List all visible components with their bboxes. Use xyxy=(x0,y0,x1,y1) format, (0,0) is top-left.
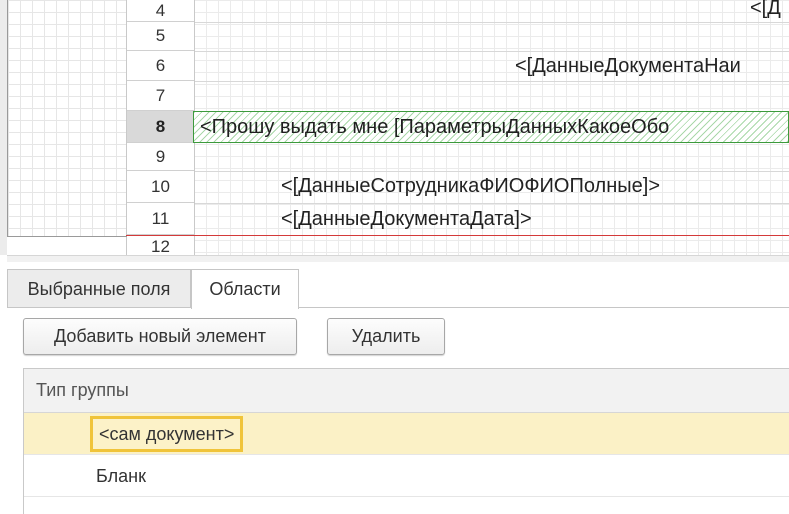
row-header-5[interactable]: 5 xyxy=(127,22,194,51)
table-row[interactable]: <сам документ> xyxy=(24,413,789,455)
row-separator xyxy=(194,81,789,82)
column-header-group-type[interactable]: Тип группы xyxy=(24,369,789,413)
cell-row8[interactable]: <Прошу выдать мне [ПараметрыДанныхКакоеО… xyxy=(200,112,669,142)
row-separator xyxy=(194,22,789,23)
add-new-element-button[interactable]: Добавить новый элемент xyxy=(23,318,297,355)
empty-column-area[interactable] xyxy=(8,0,126,237)
page-boundary-line xyxy=(126,235,789,236)
row-header-8[interactable]: 8 xyxy=(127,111,194,143)
cell-row6[interactable]: <[ДанныеДокументаНаи xyxy=(515,51,741,81)
sheet-bottom-border xyxy=(7,236,127,237)
table-row[interactable]: Бланк xyxy=(24,455,789,497)
row-header-6[interactable]: 6 xyxy=(127,51,194,81)
row-header-10[interactable]: 10 xyxy=(127,171,194,203)
row-header-column: 4 5 6 7 8 9 10 11 12 xyxy=(126,0,195,256)
spreadsheet-panel[interactable]: 4 5 6 7 8 9 10 11 12 <[Д <[ДанныеДокумен… xyxy=(0,0,789,256)
table-cell[interactable]: Бланк xyxy=(96,455,146,497)
horizontal-scrollbar[interactable] xyxy=(7,255,789,262)
table-cell-selected[interactable]: <сам документ> xyxy=(90,416,244,452)
tab-areas[interactable]: Области xyxy=(191,269,299,309)
areas-table: Тип группы <сам документ> Бланк xyxy=(23,368,789,514)
row-header-9[interactable]: 9 xyxy=(127,143,194,171)
app-window: 4 5 6 7 8 9 10 11 12 <[Д <[ДанныеДокумен… xyxy=(0,0,789,514)
cell-row4[interactable]: <[Д xyxy=(750,0,781,23)
row-header-11[interactable]: 11 xyxy=(127,203,194,235)
cell-row10[interactable]: <[ДанныеСотрудникаФИОФИОПолные]> xyxy=(281,171,660,201)
left-bar xyxy=(0,0,7,255)
tabs-baseline xyxy=(7,307,789,308)
row-header-7[interactable]: 7 xyxy=(127,81,194,111)
tab-selected-fields[interactable]: Выбранные поля xyxy=(7,269,191,308)
delete-button[interactable]: Удалить xyxy=(327,318,445,355)
row-header-4[interactable]: 4 xyxy=(127,0,194,22)
cell-row11[interactable]: <[ДанныеДокументаДата]> xyxy=(281,204,532,234)
